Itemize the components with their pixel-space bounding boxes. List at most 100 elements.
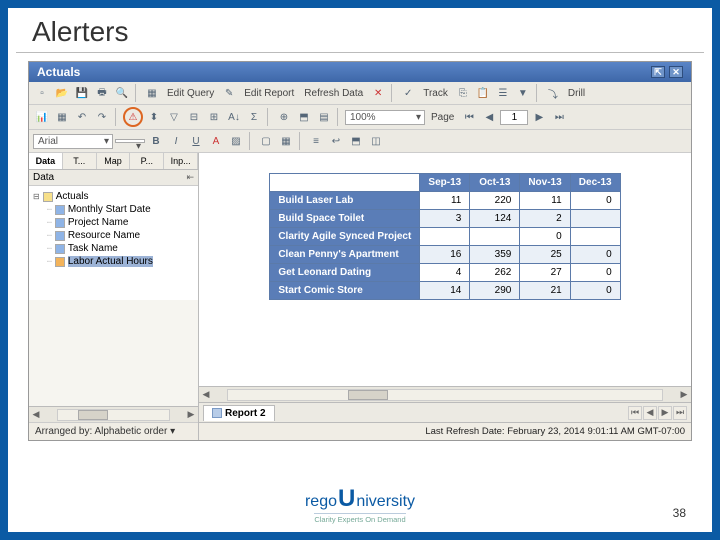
table-row[interactable]: Start Comic Store14290210 <box>270 282 620 300</box>
arrange-by[interactable]: Arranged by: Alphabetic order ▾ <box>29 422 198 440</box>
cell[interactable]: 11 <box>420 192 470 210</box>
cell-icon[interactable]: ▦ <box>277 132 295 150</box>
row-header[interactable]: Build Laser Lab <box>270 192 420 210</box>
sidebar-tab[interactable]: Map <box>97 153 131 169</box>
report-tab[interactable]: Report 2 <box>203 405 275 421</box>
section-icon[interactable]: ⊞ <box>205 108 223 126</box>
cell[interactable] <box>420 228 470 246</box>
structure-icon[interactable]: ▤ <box>315 108 333 126</box>
cell[interactable]: 4 <box>420 264 470 282</box>
border-icon[interactable]: ▢ <box>257 132 275 150</box>
tree-item[interactable]: ┈Task Name <box>47 242 194 255</box>
tree-root[interactable]: ⊟ Actuals <box>33 190 194 203</box>
tab-next-icon[interactable]: ▶ <box>658 406 672 420</box>
page-last-icon[interactable]: ⏭ <box>550 108 568 126</box>
edit-report-icon[interactable]: ✎ <box>220 84 238 102</box>
zoom-select[interactable]: 100% <box>345 110 425 125</box>
sort-icon[interactable]: ▽ <box>165 108 183 126</box>
drill-icon[interactable]: ⤵ <box>544 84 562 102</box>
sidebar-tab[interactable]: Data <box>29 153 63 169</box>
track-icon[interactable]: ✓ <box>399 84 417 102</box>
cell[interactable]: 3 <box>420 210 470 228</box>
row-header[interactable]: Build Space Toilet <box>270 210 420 228</box>
sidebar-collapse-icon[interactable]: ⇤ <box>186 172 194 183</box>
row-header[interactable]: Clean Penny's Apartment <box>270 246 420 264</box>
cell[interactable]: 0 <box>570 246 620 264</box>
sigma-icon[interactable]: Σ <box>245 108 263 126</box>
chart-icon[interactable]: 📊 <box>33 108 51 126</box>
padding-icon[interactable]: ◫ <box>367 132 385 150</box>
table-row[interactable]: Build Laser Lab11220110 <box>270 192 620 210</box>
outline-icon[interactable]: ☰ <box>494 84 512 102</box>
table-icon[interactable]: ▦ <box>53 108 71 126</box>
sidebar-tab[interactable]: Inp... <box>164 153 198 169</box>
insert-icon[interactable]: ⊕ <box>275 108 293 126</box>
edit-query-icon[interactable]: ▦ <box>143 84 161 102</box>
sidebar-tab[interactable]: P... <box>130 153 164 169</box>
cell[interactable] <box>570 228 620 246</box>
tree-item[interactable]: ┈Project Name <box>47 216 194 229</box>
wrap-icon[interactable]: ↩ <box>327 132 345 150</box>
table-row[interactable]: Build Space Toilet31242 <box>270 210 620 228</box>
crosstab[interactable]: Sep-13Oct-13Nov-13Dec-13 Build Laser Lab… <box>269 173 620 300</box>
undo-icon[interactable]: ↶ <box>73 108 91 126</box>
table-row[interactable]: Clean Penny's Apartment16359250 <box>270 246 620 264</box>
refresh-data-button[interactable]: Refresh Data <box>300 88 367 99</box>
page-prev-icon[interactable]: ◀ <box>480 108 498 126</box>
bold-icon[interactable]: B <box>147 132 165 150</box>
filter-icon[interactable]: ▼ <box>514 84 532 102</box>
close-icon[interactable]: ✕ <box>669 66 683 78</box>
cell[interactable] <box>570 210 620 228</box>
underline-icon[interactable]: U <box>187 132 205 150</box>
tree-item[interactable]: ┈Monthly Start Date <box>47 203 194 216</box>
page-next-icon[interactable]: ▶ <box>530 108 548 126</box>
font-select[interactable]: Arial <box>33 134 113 149</box>
cell[interactable]: 27 <box>520 264 570 282</box>
alerter-icon[interactable]: ⚠ <box>125 108 141 126</box>
cell[interactable]: 0 <box>570 192 620 210</box>
row-header[interactable]: Start Comic Store <box>270 282 420 300</box>
copy-icon[interactable]: ⎘ <box>454 84 472 102</box>
cell[interactable]: 124 <box>470 210 520 228</box>
tab-last-icon[interactable]: ⏭ <box>673 406 687 420</box>
sidebar-tab[interactable]: T... <box>63 153 97 169</box>
tab-first-icon[interactable]: ⏮ <box>628 406 642 420</box>
column-header[interactable]: Oct-13 <box>470 174 520 192</box>
merge-icon[interactable]: ⬒ <box>295 108 313 126</box>
cell[interactable]: 220 <box>470 192 520 210</box>
drill-button[interactable]: Drill <box>564 88 589 99</box>
cell[interactable]: 25 <box>520 246 570 264</box>
track-button[interactable]: Track <box>419 88 452 99</box>
page-first-icon[interactable]: ⏮ <box>460 108 478 126</box>
cancel-icon[interactable]: ✕ <box>369 84 387 102</box>
cell[interactable]: 21 <box>520 282 570 300</box>
fill-color-icon[interactable]: ▨ <box>227 132 245 150</box>
table-row[interactable]: Clarity Agile Synced Project 0 <box>270 228 620 246</box>
new-icon[interactable]: ▫ <box>33 84 51 102</box>
column-header[interactable]: Dec-13 <box>570 174 620 192</box>
row-header[interactable]: Clarity Agile Synced Project <box>270 228 420 246</box>
cell[interactable] <box>470 228 520 246</box>
font-color-icon[interactable]: A <box>207 132 225 150</box>
cell[interactable]: 0 <box>520 228 570 246</box>
italic-icon[interactable]: I <box>167 132 185 150</box>
cell[interactable]: 290 <box>470 282 520 300</box>
tree-item[interactable]: ┈Labor Actual Hours <box>47 255 194 268</box>
pin-icon[interactable]: ⇱ <box>651 66 665 78</box>
align-icon[interactable]: ≡ <box>307 132 325 150</box>
search-icon[interactable]: 🔍 <box>113 84 131 102</box>
rank-icon[interactable]: ⬍ <box>145 108 163 126</box>
column-header[interactable]: Nov-13 <box>520 174 570 192</box>
table-row[interactable]: Get Leonard Dating4262270 <box>270 264 620 282</box>
merge-cells-icon[interactable]: ⬒ <box>347 132 365 150</box>
save-icon[interactable]: 💾 <box>73 84 91 102</box>
sidebar-hscroll[interactable]: ◀ ▶ <box>29 406 198 422</box>
sort-az-icon[interactable]: A↓ <box>225 108 243 126</box>
cell[interactable]: 14 <box>420 282 470 300</box>
tree-item[interactable]: ┈Resource Name <box>47 229 194 242</box>
redo-icon[interactable]: ↷ <box>93 108 111 126</box>
report-hscroll[interactable]: ◀ ▶ <box>199 386 691 402</box>
cell[interactable]: 11 <box>520 192 570 210</box>
tab-prev-icon[interactable]: ◀ <box>643 406 657 420</box>
cell[interactable]: 0 <box>570 282 620 300</box>
